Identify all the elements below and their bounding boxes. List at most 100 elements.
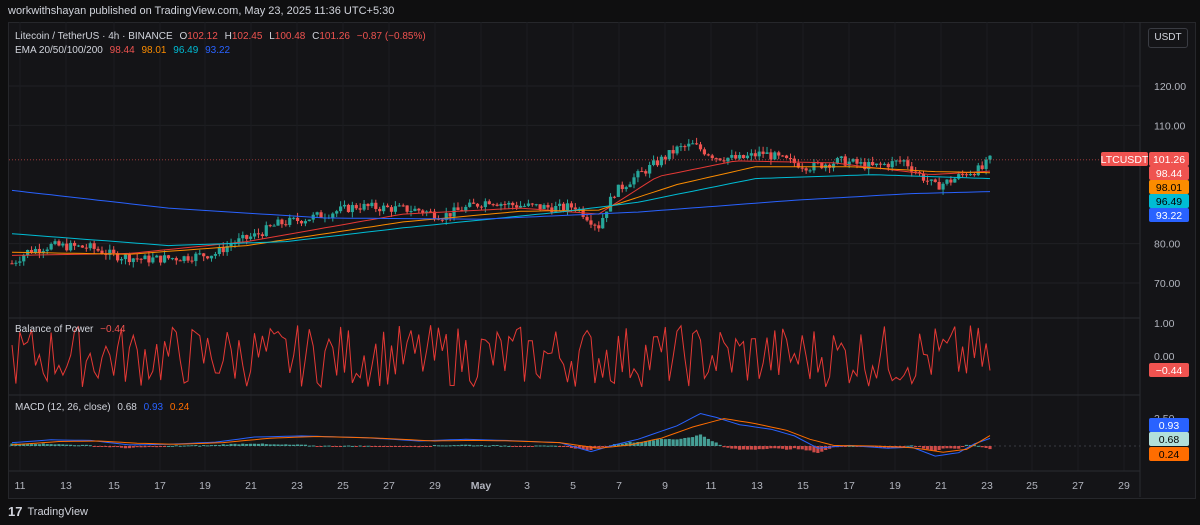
candle-body: [292, 217, 296, 219]
candle-body: [123, 254, 128, 260]
macd-histogram-bar: [483, 445, 487, 447]
candle-body: [706, 154, 710, 156]
candle-body: [753, 153, 757, 157]
candle-body: [378, 208, 382, 212]
macd-histogram-bar: [256, 443, 261, 446]
time-axis-label: 13: [60, 480, 72, 492]
macd-histogram-bar: [389, 446, 394, 447]
macd-histogram-bar: [734, 446, 738, 449]
candle-body: [295, 217, 300, 221]
macd-histogram-bar: [691, 437, 695, 446]
macd-histogram-bar: [757, 446, 761, 450]
time-axis-label: 19: [889, 480, 901, 492]
candle-body: [800, 167, 804, 169]
macd-pane: [9, 412, 1140, 457]
macd-histogram-bar: [472, 445, 476, 447]
candle-body: [945, 179, 949, 184]
candle-body: [984, 159, 988, 169]
macd-line: [11, 412, 991, 457]
macd-histogram-bar: [127, 446, 131, 449]
macd-histogram-bar: [299, 444, 304, 446]
candle-body: [886, 163, 890, 168]
candle-body: [72, 242, 77, 246]
macd-histogram-bar: [538, 445, 542, 447]
candle-body: [166, 255, 171, 259]
candle-body: [601, 217, 605, 229]
macd-histogram-bar: [170, 445, 174, 447]
candle-body: [389, 207, 394, 212]
candle-body: [448, 213, 452, 217]
macd-histogram-bar: [800, 446, 804, 450]
currency-button[interactable]: USDT: [1148, 28, 1188, 48]
macd-histogram-bar: [679, 438, 683, 446]
candle-body: [702, 149, 707, 155]
macd-histogram-bar: [385, 446, 390, 447]
macd-histogram-bar: [546, 445, 550, 447]
macd-histogram-bar: [362, 446, 366, 447]
macd-histogram-bar: [417, 446, 421, 448]
price-tags: LTCUSDT 101.26 98.44 98.01 96.49 93.22 −0.44 0.…: [1101, 152, 1189, 461]
macd-histogram-bar: [761, 446, 765, 450]
candle-body: [303, 221, 307, 224]
macd-histogram-bar: [65, 444, 69, 446]
candle-body: [159, 255, 163, 263]
chart-svg[interactable]: 120.00110.0080.0070.001.000.002.50111315…: [0, 0, 1200, 525]
macd-histogram-bar: [565, 446, 570, 447]
candle-body: [315, 212, 319, 215]
macd-histogram-bar: [116, 446, 120, 448]
macd-histogram-bar: [765, 446, 769, 449]
candle-body: [730, 155, 734, 158]
macd-histogram-bar: [272, 444, 276, 446]
candle-body: [256, 233, 261, 235]
candle-body: [898, 160, 902, 162]
macd-histogram-bar: [984, 446, 988, 448]
candle-body: [949, 179, 953, 183]
macd-histogram-bar: [378, 446, 382, 447]
candle-body: [507, 202, 511, 205]
ema20-tag: 98.44: [1156, 168, 1182, 180]
macd-histogram-bar: [714, 442, 718, 446]
legend-close: 101.26: [319, 31, 350, 42]
candle-body: [288, 217, 292, 225]
macd-histogram-bar: [499, 445, 503, 447]
candle-body: [37, 248, 41, 253]
macd-histogram-bar: [292, 444, 296, 446]
macd-histogram-bar: [745, 446, 750, 450]
candle-body: [632, 177, 636, 185]
macd-histogram-bar: [456, 445, 460, 447]
candle-body: [221, 247, 225, 253]
macd-histogram-bar: [788, 446, 793, 450]
candle-body: [980, 165, 984, 169]
time-axis-label: 19: [199, 480, 211, 492]
candle-body: [597, 225, 601, 229]
candle-body: [479, 206, 484, 208]
macd-histogram-bar: [119, 446, 124, 448]
macd-histogram-bar: [252, 443, 257, 446]
candle-body: [921, 173, 926, 181]
macd-histogram-bar: [773, 446, 777, 449]
macd-histogram-bar: [464, 444, 468, 446]
macd-histogram-bar: [648, 440, 652, 446]
candle-body: [491, 204, 495, 206]
legend-symbol: Litecoin / TetherUS · 4h · BINANCE: [15, 31, 173, 42]
macd-histogram-bar: [475, 445, 480, 447]
macd-histogram-bar: [914, 446, 918, 447]
macd-histogram-bar: [753, 446, 757, 450]
macd-histogram-bar: [123, 446, 128, 449]
time-axis-label: 25: [1026, 480, 1038, 492]
macd-histogram-bar: [264, 444, 268, 446]
candle-body: [761, 151, 765, 154]
candle-body: [475, 203, 480, 207]
tradingview-logo[interactable]: 17 TradingView: [8, 504, 88, 519]
bop-tag: −0.44: [1156, 365, 1183, 377]
macd-histogram-bar: [738, 446, 742, 450]
macd-histogram-bar: [663, 439, 667, 446]
candle-body: [964, 174, 969, 176]
time-axis-label: 27: [383, 480, 395, 492]
macd-histogram-bar: [182, 445, 186, 447]
macd-histogram-bar: [534, 445, 538, 447]
candle-body: [561, 203, 566, 211]
macd-histogram-bar: [319, 446, 323, 447]
macd-histogram-bar: [37, 444, 41, 446]
macd-histogram-bar: [925, 446, 930, 450]
